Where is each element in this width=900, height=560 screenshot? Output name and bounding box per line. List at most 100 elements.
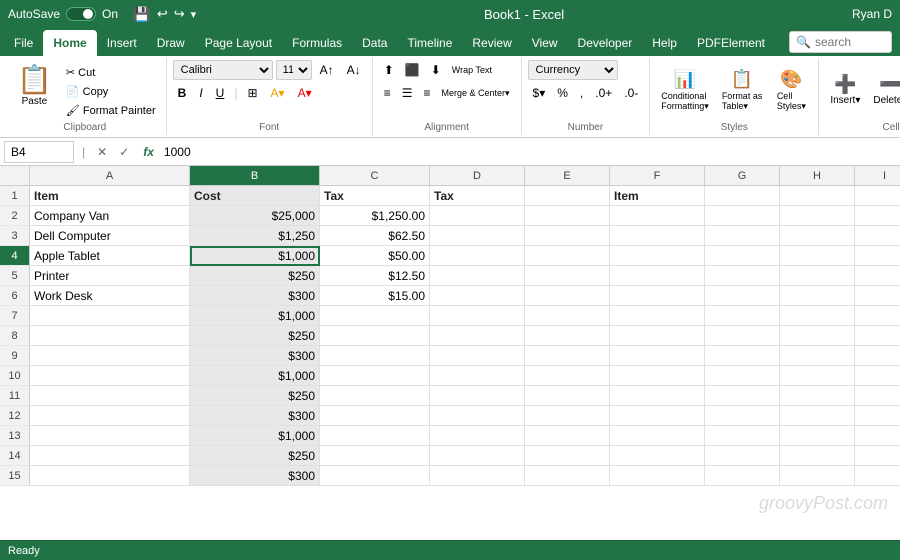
cell-c8[interactable] — [320, 326, 430, 346]
cell-a6[interactable]: Work Desk — [30, 286, 190, 306]
cell-c11[interactable] — [320, 386, 430, 406]
align-right-button[interactable]: ≡ — [418, 83, 435, 103]
cell-i10[interactable] — [855, 366, 900, 386]
more-icon[interactable]: ▾ — [191, 8, 197, 21]
cell-e2[interactable] — [525, 206, 610, 226]
cell-d10[interactable] — [430, 366, 525, 386]
underline-button[interactable]: U — [211, 83, 230, 103]
paste-button[interactable]: 📋 Paste — [10, 60, 59, 110]
cell-e10[interactable] — [525, 366, 610, 386]
cell-f15[interactable] — [610, 466, 705, 486]
bold-button[interactable]: B — [173, 83, 192, 103]
cell-i9[interactable] — [855, 346, 900, 366]
cell-b10[interactable]: $1,000 — [190, 366, 320, 386]
cell-f10[interactable] — [610, 366, 705, 386]
cell-g5[interactable] — [705, 266, 780, 286]
cell-d2[interactable] — [430, 206, 525, 226]
cell-d4[interactable] — [430, 246, 525, 266]
autosave-toggle[interactable] — [66, 7, 96, 21]
cell-reference[interactable]: B4 — [4, 141, 74, 163]
copy-button[interactable]: 📄 Copy — [62, 83, 160, 100]
cell-f8[interactable] — [610, 326, 705, 346]
cell-g7[interactable] — [705, 306, 780, 326]
cell-g14[interactable] — [705, 446, 780, 466]
col-header-e[interactable]: E — [525, 166, 610, 185]
conditional-formatting-button[interactable]: 📊 ConditionalFormatting▾ — [656, 66, 714, 115]
cell-g3[interactable] — [705, 226, 780, 246]
currency-button[interactable]: $▾ — [528, 83, 551, 103]
border-button[interactable]: ⊞ — [242, 83, 262, 103]
cell-f5[interactable] — [610, 266, 705, 286]
cell-f9[interactable] — [610, 346, 705, 366]
cell-i1[interactable] — [855, 186, 900, 206]
cell-e4[interactable] — [525, 246, 610, 266]
cut-button[interactable]: ✂ Cut — [62, 64, 160, 81]
cell-c5[interactable]: $12.50 — [320, 266, 430, 286]
align-top-button[interactable]: ⬆ — [379, 60, 399, 80]
col-header-a[interactable]: A — [30, 166, 190, 185]
col-header-h[interactable]: H — [780, 166, 855, 185]
delete-button[interactable]: ➖ Delete▾ — [868, 71, 900, 109]
cell-h13[interactable] — [780, 426, 855, 446]
decrease-decimal-button[interactable]: .0- — [619, 83, 643, 103]
cell-f13[interactable] — [610, 426, 705, 446]
cell-a11[interactable] — [30, 386, 190, 406]
row-number[interactable]: 4 — [0, 246, 30, 266]
cell-a13[interactable] — [30, 426, 190, 446]
format-painter-button[interactable]: 🖌 Format Painter — [62, 102, 160, 119]
tab-timeline[interactable]: Timeline — [397, 30, 462, 56]
formula-input[interactable] — [164, 145, 896, 159]
cell-c3[interactable]: $62.50 — [320, 226, 430, 246]
cell-f11[interactable] — [610, 386, 705, 406]
cell-h3[interactable] — [780, 226, 855, 246]
cell-e7[interactable] — [525, 306, 610, 326]
cell-b15[interactable]: $300 — [190, 466, 320, 486]
italic-button[interactable]: I — [194, 83, 207, 103]
cell-b6[interactable]: $300 — [190, 286, 320, 306]
increase-font-button[interactable]: A↑ — [315, 60, 339, 80]
cell-f4[interactable] — [610, 246, 705, 266]
cell-c15[interactable] — [320, 466, 430, 486]
tab-developer[interactable]: Developer — [568, 30, 643, 56]
col-header-d[interactable]: D — [430, 166, 525, 185]
row-number[interactable]: 11 — [0, 386, 30, 406]
cell-i5[interactable] — [855, 266, 900, 286]
cell-b11[interactable]: $250 — [190, 386, 320, 406]
percent-button[interactable]: % — [552, 83, 573, 103]
row-number[interactable]: 10 — [0, 366, 30, 386]
cell-e1[interactable] — [525, 186, 610, 206]
cell-e5[interactable] — [525, 266, 610, 286]
tab-insert[interactable]: Insert — [97, 30, 147, 56]
cell-b5[interactable]: $250 — [190, 266, 320, 286]
cell-c7[interactable] — [320, 306, 430, 326]
cell-a3[interactable]: Dell Computer — [30, 226, 190, 246]
cell-styles-button[interactable]: 🎨 CellStyles▾ — [770, 66, 812, 115]
cell-h15[interactable] — [780, 466, 855, 486]
cell-b2[interactable]: $25,000 — [190, 206, 320, 226]
cell-d5[interactable] — [430, 266, 525, 286]
cell-e12[interactable] — [525, 406, 610, 426]
col-header-c[interactable]: C — [320, 166, 430, 185]
row-number[interactable]: 9 — [0, 346, 30, 366]
tab-page-layout[interactable]: Page Layout — [195, 30, 282, 56]
align-middle-button[interactable]: ⬛ — [400, 60, 425, 80]
col-header-f[interactable]: F — [610, 166, 705, 185]
wrap-text-button[interactable]: Wrap Text — [447, 60, 497, 80]
fill-color-button[interactable]: A▾ — [266, 83, 290, 103]
tab-view[interactable]: View — [522, 30, 568, 56]
cell-h4[interactable] — [780, 246, 855, 266]
cell-f12[interactable] — [610, 406, 705, 426]
cell-c13[interactable] — [320, 426, 430, 446]
cell-f3[interactable] — [610, 226, 705, 246]
cell-c12[interactable] — [320, 406, 430, 426]
cell-g12[interactable] — [705, 406, 780, 426]
cell-i15[interactable] — [855, 466, 900, 486]
tab-pdfelement[interactable]: PDFElement — [687, 30, 775, 56]
align-left-button[interactable]: ≡ — [379, 83, 396, 103]
cell-h12[interactable] — [780, 406, 855, 426]
undo-icon[interactable]: ↩ — [157, 6, 168, 22]
cell-b14[interactable]: $250 — [190, 446, 320, 466]
cell-d3[interactable] — [430, 226, 525, 246]
cell-d9[interactable] — [430, 346, 525, 366]
row-number[interactable]: 13 — [0, 426, 30, 446]
